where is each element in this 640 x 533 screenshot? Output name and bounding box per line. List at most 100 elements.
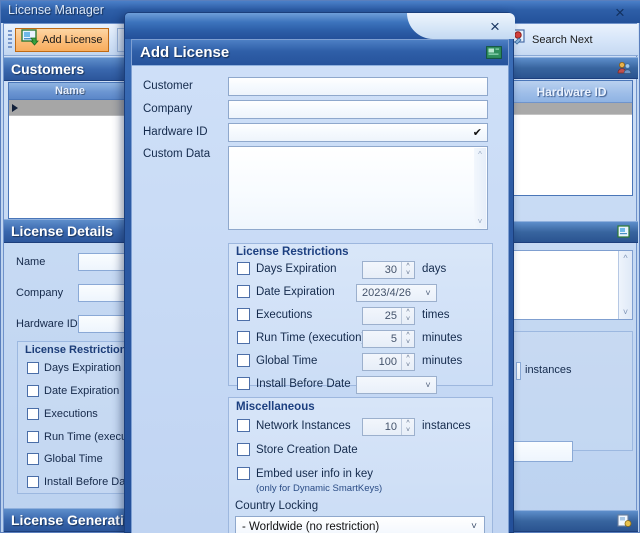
checkbox-icon[interactable] bbox=[27, 362, 39, 374]
scroll-up-icon[interactable]: ^ bbox=[478, 150, 482, 159]
dialog-customer-field-row: Customer bbox=[143, 77, 488, 96]
scroll-up-icon[interactable]: ^ bbox=[623, 253, 627, 263]
instances-input[interactable] bbox=[516, 362, 521, 380]
save-key-icon[interactable] bbox=[617, 225, 632, 244]
chevron-down-icon[interactable]: ˅ bbox=[464, 521, 484, 532]
days-expiration-spinner[interactable]: 30 ^ ˅ bbox=[362, 261, 415, 279]
left-checkbox-global-time[interactable]: Global Time bbox=[27, 453, 103, 465]
add-license-dialog: × Add License Customer Company Hardware … bbox=[124, 12, 515, 533]
scroll-down-icon[interactable]: ˅ bbox=[623, 307, 628, 317]
customer-input[interactable] bbox=[228, 77, 488, 96]
executions-unit: times bbox=[422, 309, 450, 321]
customers-grid[interactable]: Name bbox=[8, 82, 132, 219]
country-locking-label: Country Locking bbox=[235, 500, 319, 512]
network-instances-spinner[interactable]: 10 ^ ˅ bbox=[362, 418, 415, 436]
search-next-button[interactable]: Search Next bbox=[505, 24, 638, 56]
left-checkbox-install-before-date[interactable]: Install Before Date bbox=[27, 476, 135, 488]
checkbox-run-time[interactable]: Run Time (execution) bbox=[237, 331, 365, 344]
right-list-scrollbar[interactable]: ^ ˅ bbox=[618, 251, 632, 319]
dialog-company-field-row: Company bbox=[143, 100, 488, 119]
right-list-box[interactable]: ^ ˅ bbox=[511, 250, 633, 320]
checkbox-executions[interactable]: Executions bbox=[237, 308, 312, 321]
main-window-close-button[interactable]: × bbox=[607, 2, 633, 22]
custom-data-textarea[interactable]: ^ ˅ bbox=[228, 146, 488, 230]
global-time-unit: minutes bbox=[422, 355, 463, 367]
country-locking-select[interactable]: - Worldwide (no restriction) ˅ bbox=[235, 516, 485, 533]
miscellaneous-group bbox=[228, 397, 493, 533]
dialog-body: Add License Customer Company Hardware ID… bbox=[131, 39, 509, 533]
checkbox-icon[interactable] bbox=[237, 331, 250, 344]
checkbox-icon[interactable] bbox=[237, 419, 250, 432]
executions-spinner[interactable]: 25 ^ ˅ bbox=[362, 307, 415, 325]
page-title: License Manager bbox=[8, 3, 104, 17]
checkbox-install-before-date[interactable]: Install Before Date bbox=[237, 377, 351, 390]
license-hardware-id-field-row: Hardware ID bbox=[16, 315, 136, 333]
checkbox-days-expiration[interactable]: Days Expiration bbox=[237, 262, 337, 275]
hardware-id-combo[interactable]: ✔ bbox=[228, 123, 488, 142]
checkbox-icon[interactable] bbox=[27, 476, 39, 488]
country-locking-value: - Worldwide (no restriction) bbox=[242, 520, 380, 533]
checkbox-network-instances[interactable]: Network Instances bbox=[237, 419, 351, 432]
license-name-field-row: Name bbox=[16, 253, 136, 271]
checkbox-embed-user-info[interactable]: Embed user info in key bbox=[237, 467, 373, 480]
checkbox-store-creation-date[interactable]: Store Creation Date bbox=[237, 443, 358, 456]
license-restrictions-title: License Restrictions bbox=[236, 246, 349, 258]
left-checkbox-days-expiration[interactable]: Days Expiration bbox=[27, 362, 121, 374]
network-instances-unit: instances bbox=[422, 420, 471, 432]
chevron-down-icon[interactable]: ˅ bbox=[420, 288, 436, 298]
checkbox-icon[interactable] bbox=[237, 467, 250, 480]
dialog-caption-bar bbox=[125, 13, 515, 39]
add-license-button[interactable]: Add License bbox=[15, 28, 109, 52]
dialog-close-button[interactable]: × bbox=[484, 16, 506, 36]
users-icon[interactable] bbox=[617, 61, 632, 80]
spinner-arrows-icon[interactable]: ^ ˅ bbox=[401, 419, 414, 435]
hardware-id-grid[interactable]: Hardware ID bbox=[510, 80, 633, 196]
left-checkbox-run-time[interactable]: Run Time (executi bbox=[27, 431, 133, 443]
custom-data-scrollbar[interactable]: ^ ˅ bbox=[474, 148, 486, 228]
spinner-arrows-icon[interactable]: ^ ˅ bbox=[401, 331, 414, 347]
left-checkbox-executions[interactable]: Executions bbox=[27, 408, 98, 420]
checkbox-icon[interactable] bbox=[27, 408, 39, 420]
dialog-titlebar: Add License bbox=[132, 40, 508, 66]
drag-grip-icon[interactable] bbox=[8, 30, 12, 50]
license-card-icon bbox=[486, 46, 502, 64]
hardware-id-grid-header: Hardware ID bbox=[511, 81, 632, 103]
save-key-icon[interactable] bbox=[617, 514, 632, 533]
company-input[interactable] bbox=[228, 100, 488, 119]
left-pane: Add License Customers Name License Detai… bbox=[3, 23, 147, 532]
left-checkbox-date-expiration[interactable]: Date Expiration bbox=[27, 385, 119, 397]
add-license-button-label: Add License bbox=[42, 34, 103, 46]
table-row[interactable] bbox=[511, 103, 632, 115]
checkbox-icon[interactable] bbox=[237, 285, 250, 298]
table-row[interactable] bbox=[9, 100, 131, 116]
search-next-button-label: Search Next bbox=[532, 33, 593, 46]
checkbox-date-expiration[interactable]: Date Expiration bbox=[237, 285, 335, 298]
spinner-arrows-icon[interactable]: ^ ˅ bbox=[401, 308, 414, 324]
screen-root: × Add License Customers Name License Det… bbox=[0, 0, 640, 533]
checkbox-icon[interactable] bbox=[27, 431, 39, 443]
license-company-field-row: Company bbox=[16, 284, 136, 302]
checkbox-icon[interactable] bbox=[237, 354, 250, 367]
embed-user-info-hint: (only for Dynamic SmartKeys) bbox=[256, 483, 383, 494]
checkbox-icon[interactable] bbox=[237, 262, 250, 275]
chevron-down-icon[interactable]: ˅ bbox=[420, 380, 436, 390]
right-hardware-header bbox=[505, 57, 638, 79]
right-instances-group bbox=[511, 331, 633, 451]
checkbox-icon[interactable] bbox=[27, 453, 39, 465]
date-expiration-datepicker[interactable]: 2023/4/26 ˅ bbox=[356, 284, 437, 302]
run-time-spinner[interactable]: 5 ^ ˅ bbox=[362, 330, 415, 348]
spinner-arrows-icon[interactable]: ^ ˅ bbox=[401, 354, 414, 370]
instances-label: instances bbox=[525, 364, 572, 376]
checkbox-icon[interactable] bbox=[237, 377, 250, 390]
checkbox-icon[interactable] bbox=[237, 308, 250, 321]
install-before-date-datepicker[interactable]: ˅ bbox=[356, 376, 437, 394]
checkbox-icon[interactable] bbox=[237, 443, 250, 456]
right-text-input[interactable] bbox=[511, 441, 573, 462]
license-generation-section-header: License Generati bbox=[4, 508, 136, 532]
checkbox-icon[interactable] bbox=[27, 385, 39, 397]
scroll-down-icon[interactable]: ˅ bbox=[478, 217, 483, 226]
checkbox-global-time[interactable]: Global Time bbox=[237, 354, 317, 367]
global-time-spinner[interactable]: 100 ^ ˅ bbox=[362, 353, 415, 371]
spinner-arrows-icon[interactable]: ^ ˅ bbox=[401, 262, 414, 278]
left-toolbar: Add License bbox=[4, 24, 147, 56]
